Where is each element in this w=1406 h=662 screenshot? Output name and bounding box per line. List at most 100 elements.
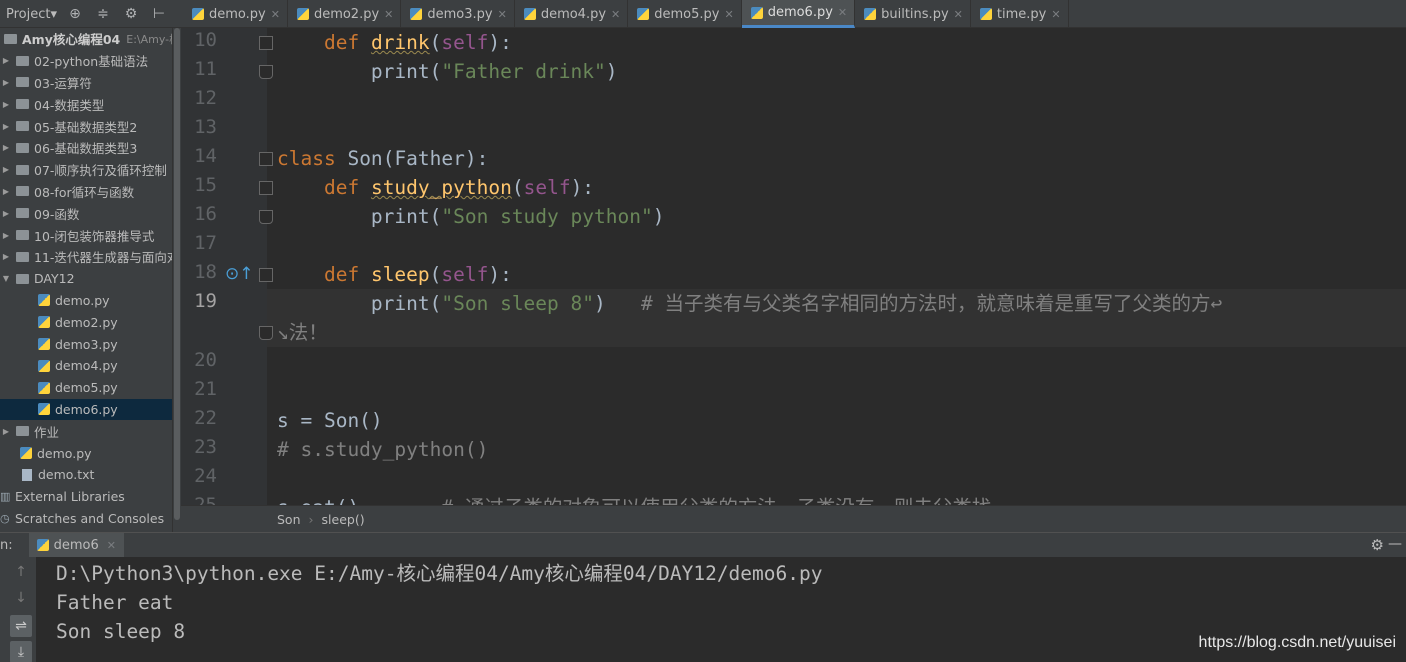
tab-time[interactable]: time.py ✕ [971,0,1069,28]
tree-file[interactable]: demo.py [0,442,172,464]
code-area[interactable]: def drink(self): print("Father drink") c… [267,28,1406,505]
tab-demo[interactable]: demo.py ✕ [183,0,288,28]
close-icon[interactable]: ✕ [954,8,963,21]
run-tab-demo6[interactable]: demo6 ✕ [28,532,124,558]
python-file-icon [20,447,32,460]
line-number: 25 [194,494,217,505]
close-icon[interactable]: ✕ [1051,8,1060,21]
python-file-icon [38,359,50,372]
soft-wrap-toggle-icon[interactable]: ⇌ [10,615,32,637]
tree-folder[interactable]: ▶ 04-数据类型 [0,93,172,115]
tab-label: demo.py [209,6,266,22]
expand-arrow-icon[interactable]: ▶ [0,56,12,65]
hide-panel-icon[interactable]: ⊢ [149,6,169,22]
tab-demo4[interactable]: demo4.py ✕ [515,0,629,28]
console-line: Father eat [56,591,174,614]
tree-file[interactable]: demo5.py [0,377,172,399]
tree-folder[interactable]: ▶ 05-基础数据类型2 [0,115,172,137]
close-icon[interactable]: ✕ [724,8,733,21]
gutter-row: 14 [181,144,273,173]
expand-arrow-icon[interactable]: ▶ [0,165,12,174]
folder-icon [16,251,29,262]
folder-icon [16,99,29,110]
close-icon[interactable]: ✕ [384,8,393,21]
tree-scrollbar[interactable] [172,28,181,532]
gear-icon[interactable]: ⚙ [1371,536,1384,554]
run-toolbar: ↑ ↓ ⇌ ⤓ [0,557,36,662]
scroll-down-icon[interactable]: ↓ [10,587,32,609]
close-icon[interactable]: ✕ [271,8,280,21]
collapse-all-icon[interactable]: ≑ [93,6,113,22]
tree-file[interactable]: demo.py [0,290,172,312]
tree-scratches[interactable]: ◷ Scratches and Consoles [0,508,172,530]
tree-folder[interactable]: ▶ 02-python基础语法 [0,50,172,72]
tree-file[interactable]: demo3.py [0,333,172,355]
expand-arrow-icon[interactable]: ▶ [0,78,12,87]
tab-demo5[interactable]: demo5.py ✕ [628,0,742,28]
tree-folder[interactable]: ▶ 09-函数 [0,202,172,224]
tree-root-project[interactable]: Amy核心编程04 E:\Amy-核心 [0,28,172,50]
python-file-icon [38,403,50,416]
tree-folder[interactable]: ▶ 03-运算符 [0,72,172,94]
tab-label: builtins.py [881,6,949,22]
project-root-label: Amy核心编程04 [22,32,121,48]
code-line: def study_python(self): [323,176,595,199]
tree-folder-day12[interactable]: ▼ DAY12 [0,268,172,290]
tab-demo3[interactable]: demo3.py ✕ [401,0,515,28]
gutter-row: 20 [181,348,267,377]
file-label: demo6.py [55,401,118,417]
code-line: print("Son study python") [370,205,665,228]
tree-folder-homework[interactable]: ▶ 作业 [0,420,172,442]
minimize-icon[interactable]: — [1388,536,1402,552]
code-editor[interactable]: 10 11 12 13 14 15 16 17 18 ⊙↑ 19 20 21 22… [181,28,1406,505]
tree-file-selected[interactable]: demo6.py [0,398,172,421]
python-file-icon [410,8,423,20]
line-number: 13 [194,116,217,138]
close-icon[interactable]: ✕ [498,8,507,21]
code-line: class Son(Father): [277,147,489,170]
tree-folder[interactable]: ▶ 10-闭包装饰器推导式 [0,224,172,246]
scroll-to-end-icon[interactable]: ⤓ [10,641,32,662]
tab-label: demo6.py [767,5,833,20]
file-label: demo.txt [38,467,95,483]
tree-file[interactable]: demo2.py [0,311,172,333]
tree-file[interactable]: demo.txt [0,464,172,486]
close-icon[interactable]: ✕ [611,8,620,21]
line-number: 11 [194,58,217,80]
gutter-row: 12 [181,86,267,115]
tree-folder[interactable]: ▶ 11-迭代器生成器与面向对 [0,246,172,268]
tree-folder[interactable]: ▶ 06-基础数据类型3 [0,137,172,159]
tree-folder[interactable]: ▶ 08-for循环与函数 [0,181,172,203]
expand-arrow-icon[interactable]: ▶ [0,122,12,131]
breadcrumb-class[interactable]: Son [277,512,301,527]
gear-icon[interactable]: ⚙ [121,6,141,22]
close-icon[interactable]: ✕ [107,539,116,552]
collapse-arrow-icon[interactable]: ▼ [0,274,12,283]
expand-arrow-icon[interactable]: ▶ [0,209,12,218]
expand-arrow-icon[interactable]: ▶ [0,187,12,196]
close-icon[interactable]: ✕ [838,6,847,19]
tab-demo2[interactable]: demo2.py ✕ [288,0,402,28]
file-label: demo4.py [55,358,118,374]
tree-folder[interactable]: ▶ 07-顺序执行及循环控制 [0,159,172,181]
expand-arrow-icon[interactable]: ▶ [0,143,12,152]
tab-builtins[interactable]: builtins.py ✕ [855,0,971,28]
expand-arrow-icon[interactable]: ▶ [0,100,12,109]
breadcrumb-method[interactable]: sleep() [322,512,365,527]
expand-arrow-icon[interactable]: ▶ [0,427,12,436]
override-method-icon[interactable]: ⊙↑ [225,264,254,284]
expand-arrow-icon[interactable]: ▶ [0,231,12,240]
file-label: demo.py [37,445,92,461]
project-view-dropdown[interactable]: Project▾ [0,7,57,22]
folder-icon [16,121,29,132]
scrollbar-thumb[interactable] [174,28,180,520]
python-file-icon [38,338,50,351]
scroll-up-icon[interactable]: ↑ [10,561,32,583]
expand-arrow-icon[interactable]: ▶ [0,252,12,261]
tree-file[interactable]: demo4.py [0,355,172,377]
tree-external-libraries[interactable]: ▥ External Libraries [0,486,172,508]
tab-demo6[interactable]: demo6.py ✕ [741,0,856,28]
locate-target-icon[interactable]: ⊕ [65,6,85,22]
python-file-icon [750,6,763,19]
line-number: 17 [194,232,217,254]
